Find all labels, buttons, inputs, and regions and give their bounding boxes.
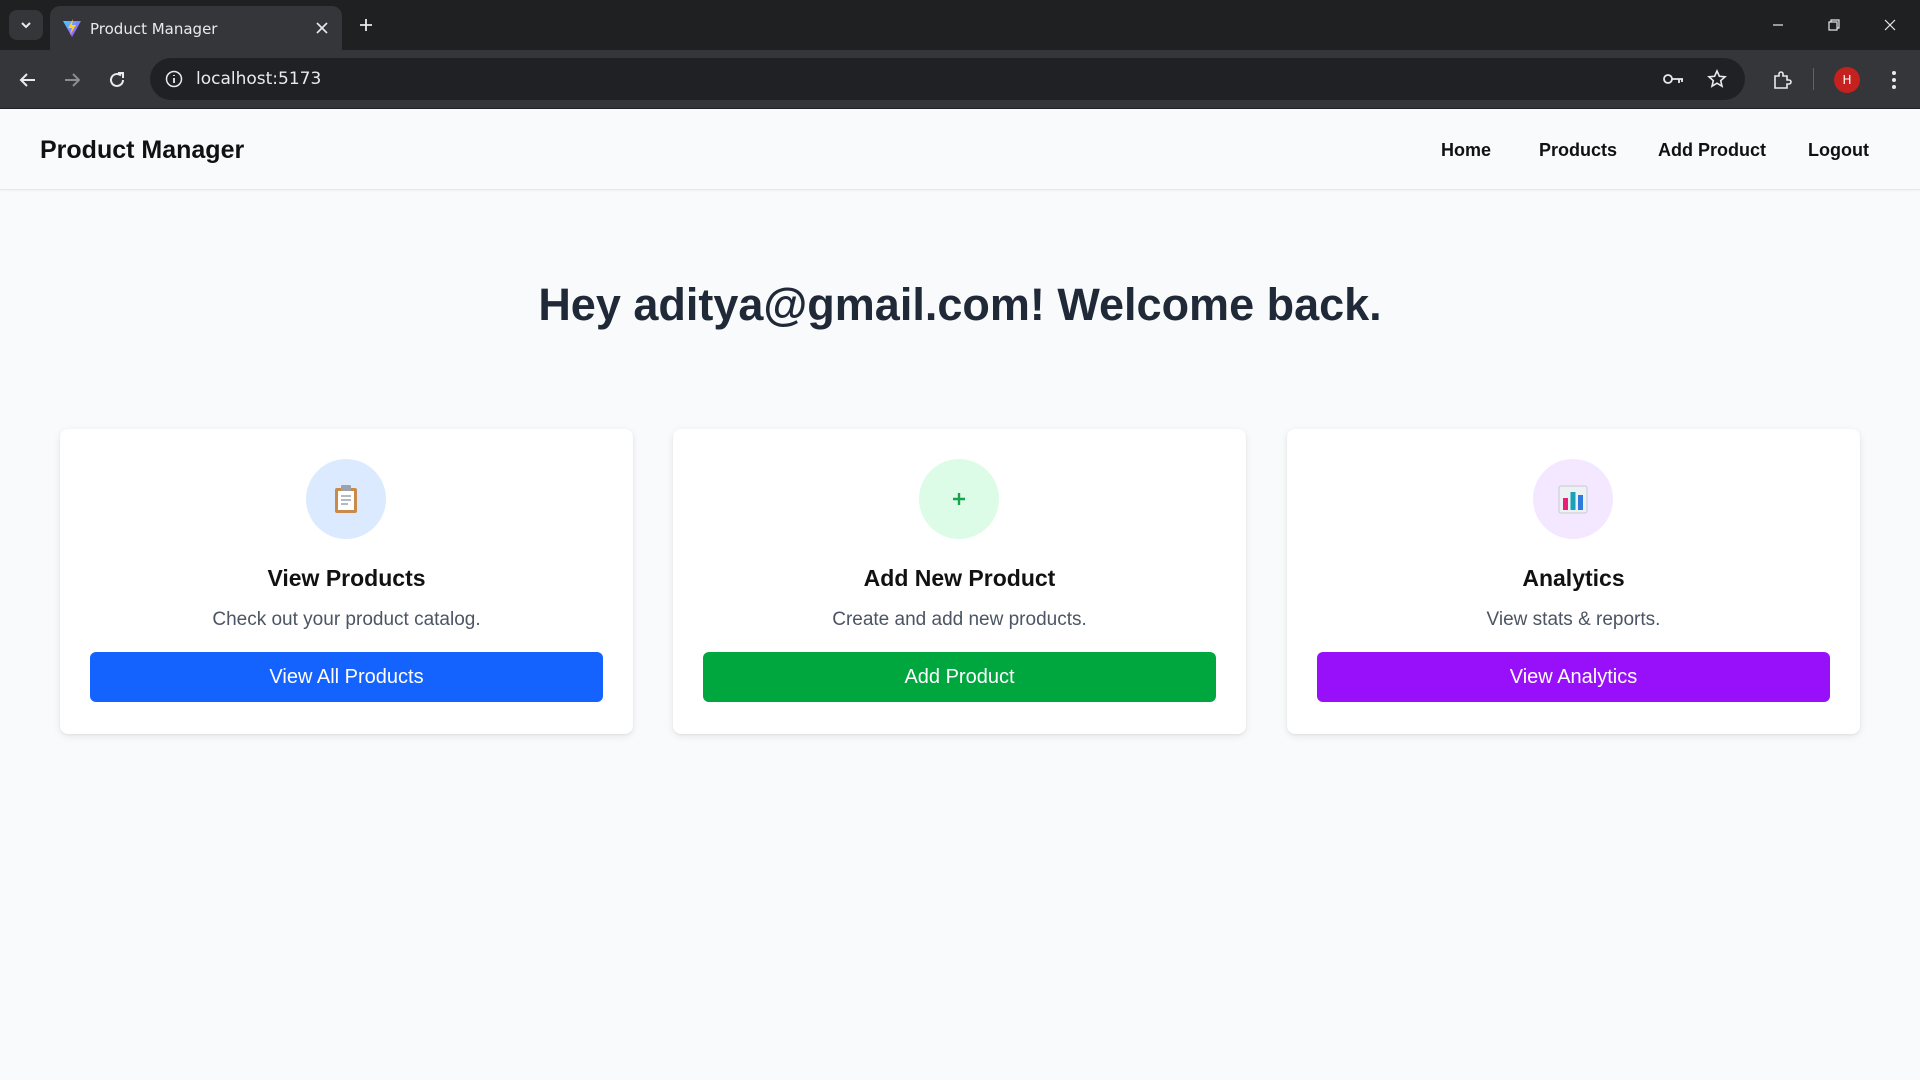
tab-search-button[interactable] xyxy=(9,10,43,40)
forward-button[interactable] xyxy=(56,64,88,96)
bar-chart-icon xyxy=(1558,485,1588,514)
restore-icon xyxy=(1828,19,1840,31)
browser-toolbar: localhost:5173 xyxy=(0,50,1920,109)
vite-logo-icon xyxy=(63,19,81,37)
new-tab-button[interactable] xyxy=(352,11,380,39)
bookmark-star-icon[interactable] xyxy=(1705,67,1729,91)
page: Product Manager Home Products Add Produc… xyxy=(0,109,1920,1078)
plus-icon xyxy=(953,493,965,505)
close-window-button[interactable] xyxy=(1862,0,1918,50)
brand-title[interactable]: Product Manager xyxy=(40,136,244,165)
browser-tab[interactable]: Product Manager xyxy=(50,6,342,50)
browser-tab-bar: Product Manager xyxy=(0,0,1920,50)
minimize-icon xyxy=(1773,24,1783,26)
toolbar-divider xyxy=(1813,68,1814,90)
nav-home[interactable]: Home xyxy=(1441,140,1491,161)
puzzle-icon xyxy=(1774,71,1792,89)
add-new-product-card: Add New Product Create and add new produ… xyxy=(673,429,1246,734)
card-title: Analytics xyxy=(1522,565,1625,591)
reload-button[interactable] xyxy=(101,64,133,96)
card-icon-circle xyxy=(1533,459,1613,539)
plus-icon xyxy=(360,19,372,31)
analytics-card: Analytics View stats & reports. View Ana… xyxy=(1287,429,1860,734)
address-bar[interactable]: localhost:5173 xyxy=(150,58,1745,100)
reload-icon xyxy=(110,72,124,87)
arrow-left-icon xyxy=(19,73,35,87)
url-text: localhost:5173 xyxy=(196,69,322,89)
card-description: View stats & reports. xyxy=(1486,609,1661,630)
card-icon-circle xyxy=(306,459,386,539)
nav-products[interactable]: Products xyxy=(1539,140,1617,161)
card-icon-circle xyxy=(919,459,999,539)
card-title: View Products xyxy=(267,565,426,591)
add-product-button[interactable]: Add Product xyxy=(703,652,1216,702)
card-title: Add New Product xyxy=(863,565,1056,591)
extensions-button[interactable] xyxy=(1766,64,1798,96)
password-key-icon[interactable] xyxy=(1662,67,1686,91)
restore-button[interactable] xyxy=(1806,0,1862,50)
back-button[interactable] xyxy=(12,64,44,96)
site-info-icon[interactable] xyxy=(162,67,186,91)
card-description: Create and add new products. xyxy=(832,609,1087,630)
arrow-right-icon xyxy=(65,73,81,87)
nav-add-product[interactable]: Add Product xyxy=(1658,140,1766,161)
browser-menu-button[interactable] xyxy=(1878,64,1910,96)
tab-title: Product Manager xyxy=(90,20,218,38)
profile-avatar[interactable]: H xyxy=(1834,67,1860,93)
view-analytics-button[interactable]: View Analytics xyxy=(1317,652,1830,702)
welcome-heading: Hey aditya@gmail.com! Welcome back. xyxy=(538,279,1382,330)
more-vertical-icon xyxy=(1892,71,1896,89)
minimize-button[interactable] xyxy=(1750,0,1806,50)
chevron-down-icon xyxy=(21,22,31,29)
view-products-card: View Products Check out your product cat… xyxy=(60,429,633,734)
view-all-products-button[interactable]: View All Products xyxy=(90,652,603,702)
nav-logout[interactable]: Logout xyxy=(1808,140,1869,161)
card-description: Check out your product catalog. xyxy=(212,609,481,630)
close-icon xyxy=(1884,19,1896,31)
clipboard-icon xyxy=(335,485,357,513)
app-navbar: Product Manager Home Products Add Produc… xyxy=(0,109,1920,190)
close-icon xyxy=(316,22,328,34)
tab-close-button[interactable] xyxy=(310,16,334,40)
